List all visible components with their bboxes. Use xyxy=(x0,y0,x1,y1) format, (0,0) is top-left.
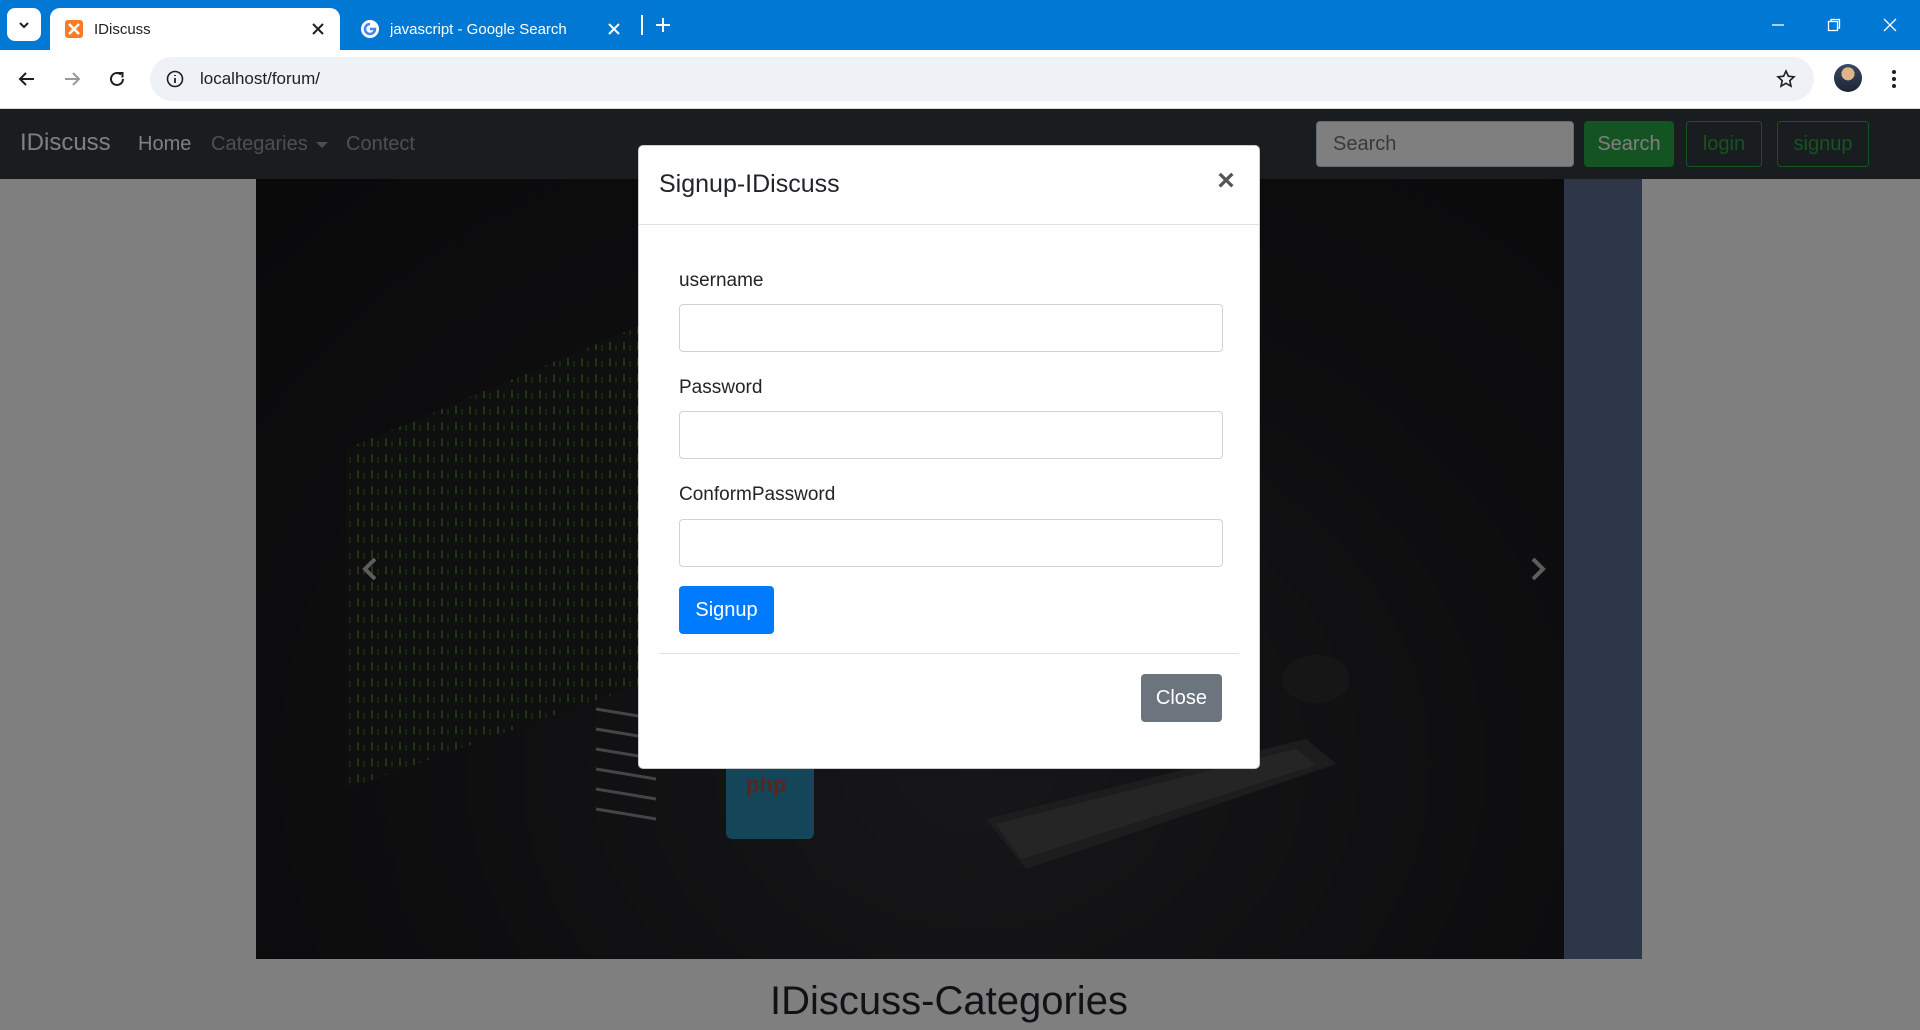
reload-icon xyxy=(110,71,124,86)
chevron-down-icon xyxy=(19,21,29,28)
browser-toolbar: localhost/forum/ xyxy=(0,50,1920,109)
plus-icon xyxy=(656,18,670,32)
forward-button[interactable] xyxy=(55,62,89,96)
tab-title: javascript - Google Search xyxy=(390,20,567,38)
browser-tab-bar: IDiscuss javascript - Google Search xyxy=(0,0,1920,50)
tab-separator xyxy=(641,15,643,35)
tab-google-search[interactable]: javascript - Google Search xyxy=(346,8,636,50)
address-bar[interactable]: localhost/forum/ xyxy=(150,57,1814,101)
close-icon xyxy=(1883,18,1897,32)
modal-close-button[interactable]: Close xyxy=(1141,674,1222,722)
page-viewport: IDiscuss Home Categaries Contect Search … xyxy=(0,109,1920,1030)
xampp-favicon-icon xyxy=(64,19,84,39)
tab-search-button[interactable] xyxy=(7,8,41,41)
signup-submit-button[interactable]: Signup xyxy=(679,586,774,634)
url-text: localhost/forum/ xyxy=(200,69,320,88)
modal-header: Signup-IDiscuss × xyxy=(639,146,1259,225)
restore-icon xyxy=(1827,18,1841,32)
new-tab-button[interactable] xyxy=(650,10,676,40)
confirm-password-input[interactable] xyxy=(679,519,1223,567)
google-favicon-icon xyxy=(360,19,380,39)
password-input[interactable] xyxy=(679,411,1223,459)
minimize-button[interactable] xyxy=(1750,0,1806,50)
signup-modal: Signup-IDiscuss × username Password Conf… xyxy=(638,145,1260,769)
site-info-icon[interactable] xyxy=(164,68,186,90)
back-button[interactable] xyxy=(10,62,44,96)
modal-title: Signup-IDiscuss xyxy=(659,170,840,198)
tab-title: IDiscuss xyxy=(94,20,151,38)
username-input[interactable] xyxy=(679,304,1223,352)
close-tab-icon[interactable] xyxy=(600,15,628,43)
restore-button[interactable] xyxy=(1806,0,1862,50)
password-label: Password xyxy=(679,377,763,398)
modal-close-icon[interactable]: × xyxy=(1211,164,1241,198)
confirm-password-label: ConformPassword xyxy=(679,484,836,505)
arrow-right-icon xyxy=(65,72,81,86)
more-vert-icon xyxy=(1892,70,1896,88)
modal-footer-divider xyxy=(659,653,1239,654)
tab-idiscuss[interactable]: IDiscuss xyxy=(50,8,340,50)
arrow-left-icon xyxy=(18,72,34,86)
profile-avatar[interactable] xyxy=(1834,64,1862,92)
minimize-icon xyxy=(1772,24,1784,26)
close-window-button[interactable] xyxy=(1862,0,1918,50)
browser-menu-button[interactable] xyxy=(1880,64,1908,94)
reload-button[interactable] xyxy=(100,62,134,96)
username-label: username xyxy=(679,270,764,291)
bookmark-star-icon[interactable] xyxy=(1774,67,1798,91)
close-tab-icon[interactable] xyxy=(304,15,332,43)
